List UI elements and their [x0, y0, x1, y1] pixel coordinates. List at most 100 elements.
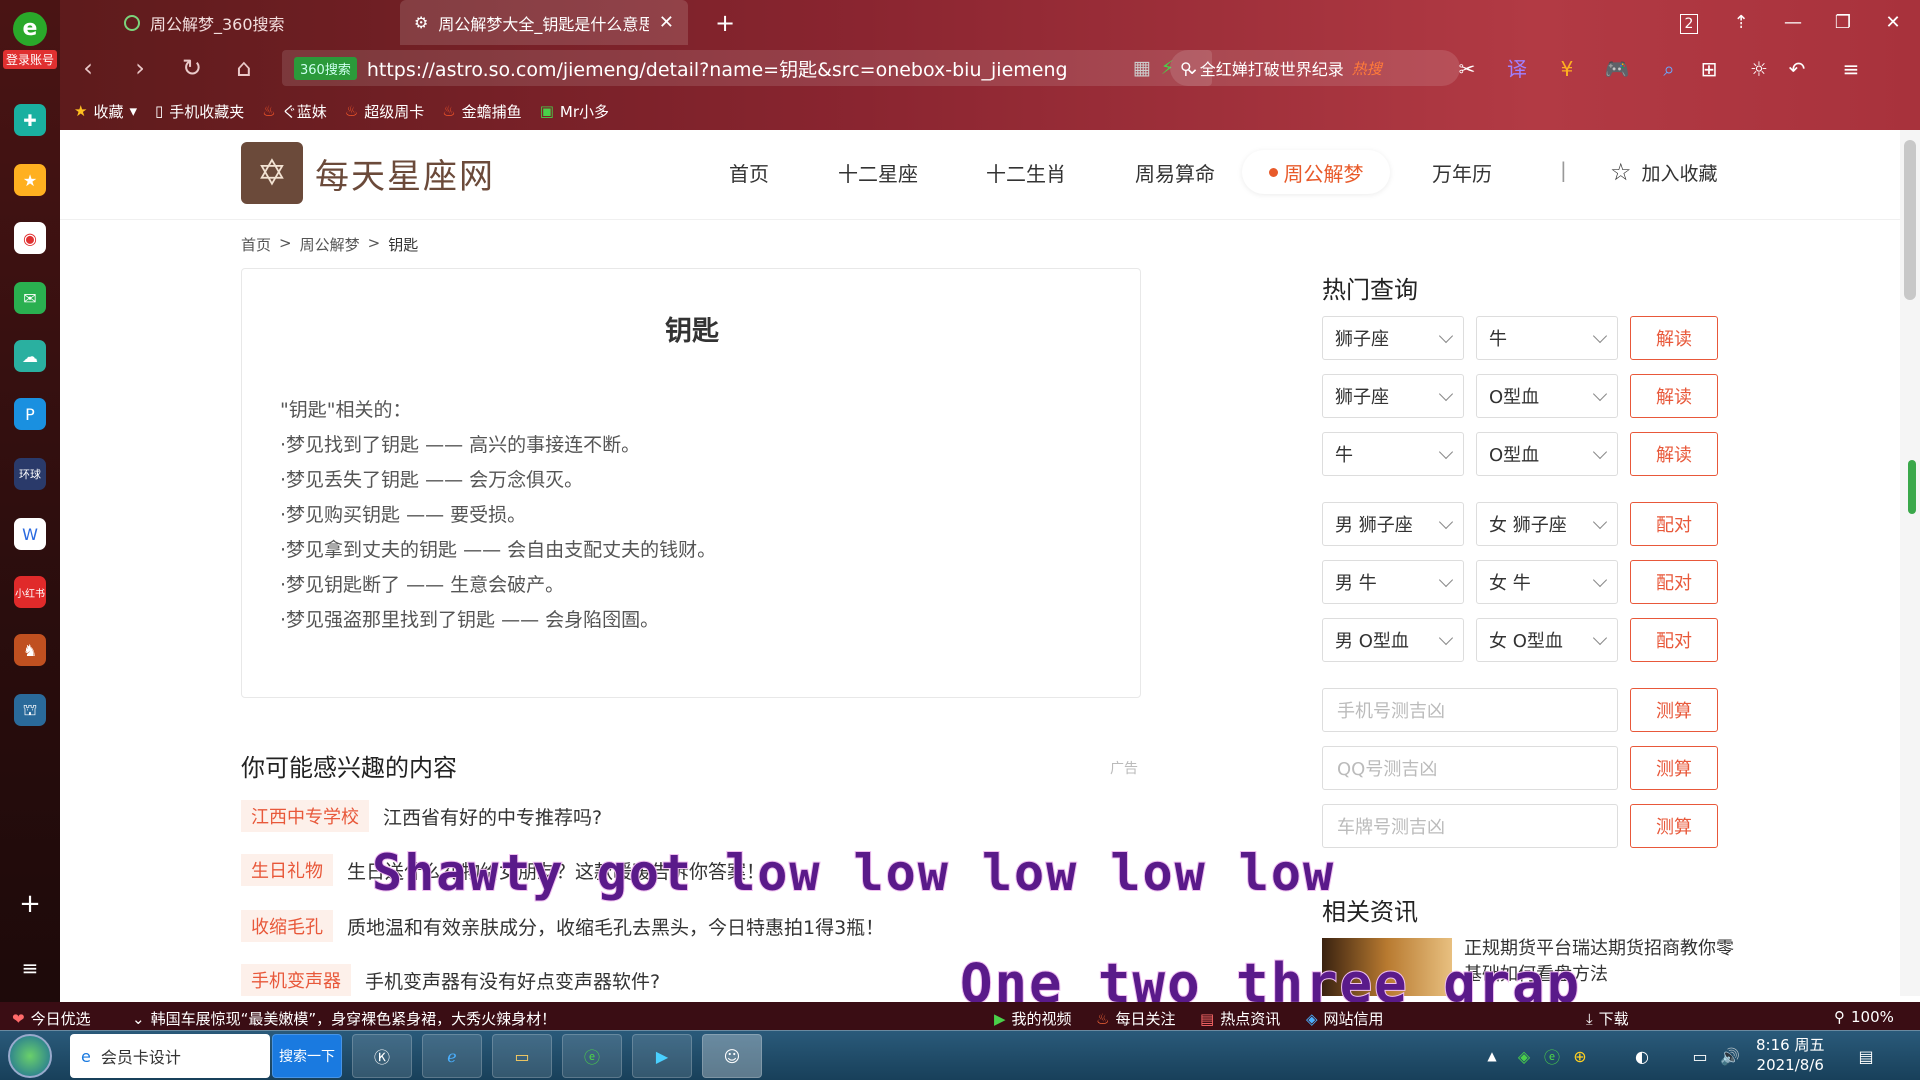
tray-user-icon[interactable]: ◐ [1630, 1034, 1654, 1078]
query-select-b[interactable]: 女 牛 [1476, 560, 1618, 604]
back-icon[interactable]: ‹ [72, 52, 104, 84]
match-button[interactable]: 配对 [1630, 502, 1718, 546]
bookmark-mobile[interactable]: ▯ 手机收藏夹 [155, 101, 244, 122]
coin-icon[interactable]: ¥ [1552, 54, 1582, 84]
search-box[interactable]: ⚲ 全红婵打破世界纪录 热搜 [1170, 50, 1460, 86]
game2-app-icon[interactable]: ⛫ [14, 694, 46, 726]
grid-icon[interactable]: ⊞ [1694, 54, 1724, 84]
start-button[interactable] [8, 1034, 52, 1078]
volume-icon[interactable]: 🔊 [1718, 1034, 1742, 1078]
interpret-button[interactable]: 解读 [1630, 374, 1718, 418]
tray-shield-icon[interactable]: ◈ [1512, 1034, 1536, 1078]
list-item[interactable]: 江西中专学校 江西省有好的中专推荐吗? [241, 800, 602, 832]
query-select-a[interactable]: 狮子座 [1322, 316, 1464, 360]
translate-icon[interactable]: 译 [1502, 54, 1532, 84]
scissors-icon[interactable]: ✂ [1452, 54, 1482, 84]
download[interactable]: ⤓ 下载 [1586, 1008, 1629, 1029]
interest-tag[interactable]: 收缩毛孔 [241, 910, 333, 942]
nav-fortune[interactable]: 周易算命 [1135, 158, 1215, 187]
new-tab-button[interactable]: + [712, 10, 738, 36]
nav-dream-active[interactable]: 周公解梦 [1242, 150, 1390, 194]
match-button[interactable]: 配对 [1630, 618, 1718, 662]
network-icon[interactable]: ▭ [1688, 1034, 1712, 1078]
tray-browser-icon[interactable]: ⓔ [1540, 1034, 1564, 1078]
avatar-app-icon[interactable]: ☺ [702, 1034, 762, 1078]
add-dock-icon[interactable]: + [14, 888, 46, 920]
game-app-icon[interactable]: ♞ [14, 634, 46, 666]
query-select-b[interactable]: O型血 [1476, 374, 1618, 418]
address-bar[interactable]: 360搜索 https://astro.so.com/jiemeng/detai… [282, 50, 1212, 86]
list-item[interactable]: 手机变声器 手机变声器有没有好点变声器软件? [241, 964, 660, 996]
forward-icon[interactable]: › [124, 52, 156, 84]
headline-link[interactable]: ⌄ 韩国车展惊现“最美嫩模”，身穿裸色紧身裙，大秀火辣身材！ [132, 1008, 556, 1029]
tray-expand-icon[interactable]: ▲ [1480, 1034, 1504, 1078]
tab-jiemeng[interactable]: ⚙ 周公解梦大全_钥匙是什么意思, ✕ [400, 0, 688, 45]
gamepad-icon[interactable]: 🎮 [1602, 54, 1632, 84]
tab-count-button[interactable]: 2 [1680, 14, 1698, 34]
news-app-icon[interactable]: 环球 [14, 458, 46, 490]
site-logo[interactable]: ✡ 每天星座网 [241, 142, 495, 204]
calculate-button[interactable]: 测算 [1630, 746, 1718, 790]
page-scrollbar[interactable] [1900, 130, 1920, 996]
p-app-icon[interactable]: P [14, 398, 46, 430]
notification-icon[interactable]: ▤ [1852, 1034, 1880, 1078]
taskbar-search[interactable]: e 会员卡设计 [70, 1034, 270, 1078]
breadcrumb-dream[interactable]: 周公解梦 [300, 234, 360, 255]
interest-text[interactable]: 质地温和有效亲肤成分，收缩毛孔去黑头，今日特惠拍1得3瓶！ [347, 913, 884, 940]
minimize-button[interactable]: — [1780, 10, 1806, 36]
k-app-icon[interactable]: Ⓚ [352, 1034, 412, 1078]
interest-text[interactable]: 手机变声器有没有好点变声器软件? [365, 967, 660, 994]
skin-icon[interactable]: ⇡ [1728, 10, 1754, 36]
nav-calendar[interactable]: 万年历 [1432, 158, 1492, 187]
close-window-button[interactable]: ✕ [1880, 10, 1906, 36]
mail-icon[interactable]: ✉ [14, 282, 46, 314]
menu-icon[interactable]: ≡ [1836, 54, 1866, 84]
add-favorite-link[interactable]: ☆ 加入收藏 [1610, 158, 1718, 186]
query-select-b[interactable]: 牛 [1476, 316, 1618, 360]
interest-tag[interactable]: 手机变声器 [241, 964, 351, 996]
home-icon[interactable]: ⌂ [228, 52, 260, 84]
list-dock-icon[interactable]: ≡ [14, 952, 46, 984]
calculate-button[interactable]: 测算 [1630, 688, 1718, 732]
bookmark-blue[interactable]: ♨ ぐ蓝妹 [262, 101, 326, 122]
qq-fortune-input[interactable]: QQ号测吉凶 [1322, 746, 1618, 790]
close-tab-icon[interactable]: ✕ [659, 12, 674, 33]
login-badge[interactable]: e 登录账号 [0, 12, 60, 72]
interpret-button[interactable]: 解读 [1630, 432, 1718, 476]
calculate-button[interactable]: 测算 [1630, 804, 1718, 848]
bookmark-mr[interactable]: ▣ Mr小多 [540, 101, 609, 122]
query-select-b[interactable]: 女 O型血 [1476, 618, 1618, 662]
side-handle[interactable] [1908, 460, 1916, 514]
hot-news[interactable]: ▤ 热点资讯 [1200, 1008, 1280, 1029]
query-select-a[interactable]: 牛 [1322, 432, 1464, 476]
interest-tag[interactable]: 江西中专学校 [241, 800, 369, 832]
tab-search[interactable]: 周公解梦_360搜索 [110, 0, 400, 45]
interpret-button[interactable]: 解读 [1630, 316, 1718, 360]
search-text[interactable]: 全红婵打破世界纪录 [1200, 56, 1344, 80]
ie-app-icon[interactable]: ℯ [422, 1034, 482, 1078]
query-select-a[interactable]: 男 O型血 [1322, 618, 1464, 662]
undo-icon[interactable]: ↶ [1782, 54, 1812, 84]
nav-zodiac[interactable]: 十二星座 [838, 158, 918, 187]
query-select-a[interactable]: 男 狮子座 [1322, 502, 1464, 546]
red-app-icon[interactable]: 小红书 [14, 576, 46, 608]
nav-chinese-zodiac[interactable]: 十二生肖 [986, 158, 1066, 187]
list-item[interactable]: 收缩毛孔 质地温和有效亲肤成分，收缩毛孔去黑头，今日特惠拍1得3瓶！ [241, 910, 884, 942]
interest-text[interactable]: 江西省有好的中专推荐吗? [383, 803, 602, 830]
folder-icon[interactable]: ▭ [492, 1034, 552, 1078]
doc-app-icon[interactable]: W [14, 518, 46, 550]
qr-icon[interactable]: ▦ [1133, 57, 1151, 79]
bookmark-fishing[interactable]: ♨ 金蟾捕鱼 [442, 101, 521, 122]
nav-home[interactable]: 首页 [729, 158, 769, 187]
player-app-icon[interactable]: ▶ [632, 1034, 692, 1078]
weibo-icon[interactable]: ◉ [14, 222, 46, 254]
query-select-b[interactable]: O型血 [1476, 432, 1618, 476]
zoom[interactable]: ⚲ 100% [1834, 1008, 1894, 1026]
url-text[interactable]: https://astro.so.com/jiemeng/detail?name… [367, 55, 1068, 82]
my-video[interactable]: ▶ 我的视频 [994, 1008, 1072, 1029]
reload-icon[interactable]: ↻ [176, 52, 208, 84]
query-select-a[interactable]: 狮子座 [1322, 374, 1464, 418]
phone-fortune-input[interactable]: 手机号测吉凶 [1322, 688, 1618, 732]
tray-plus-icon[interactable]: ⊕ [1568, 1034, 1592, 1078]
scroll-thumb[interactable] [1904, 140, 1916, 300]
